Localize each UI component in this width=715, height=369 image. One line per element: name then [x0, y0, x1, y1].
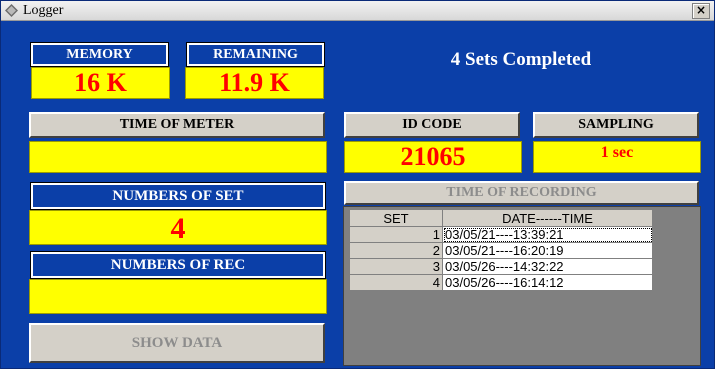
set-number-cell: 4 — [349, 274, 443, 291]
table-row[interactable]: 2 03/05/21----16:20:19 — [349, 242, 653, 259]
datetime-column-header[interactable]: DATE------TIME — [442, 209, 653, 227]
recording-table: SET DATE------TIME 1 03/05/21----13:39:2… — [349, 209, 653, 291]
table-row[interactable]: 1 03/05/21----13:39:21 — [349, 226, 653, 243]
window-title: Logger — [23, 3, 64, 18]
remaining-value: 11.9 K — [185, 67, 324, 99]
completion-status: 4 Sets Completed — [450, 49, 592, 70]
set-number-cell: 3 — [349, 258, 443, 275]
id-code-value: 21065 — [344, 141, 522, 173]
memory-label: MEMORY — [30, 42, 169, 67]
numbers-of-rec-value — [29, 279, 327, 314]
title-bar[interactable]: Logger × — [1, 1, 714, 21]
remaining-label: REMAINING — [186, 42, 325, 67]
set-number-cell: 2 — [349, 242, 443, 259]
show-data-button[interactable]: SHOW DATA — [29, 323, 325, 363]
table-row[interactable]: 4 03/05/26----16:14:12 — [349, 274, 653, 291]
recording-table-panel[interactable]: SET DATE------TIME 1 03/05/21----13:39:2… — [343, 206, 701, 366]
time-of-meter-button[interactable]: TIME OF METER — [29, 112, 325, 138]
set-number-cell: 1 — [349, 226, 443, 243]
table-row[interactable]: 3 03/05/26----14:32:22 — [349, 258, 653, 275]
logger-app-icon — [5, 4, 18, 17]
datetime-cell[interactable]: 03/05/26----14:32:22 — [442, 258, 653, 275]
datetime-cell[interactable]: 03/05/21----16:20:19 — [442, 242, 653, 259]
id-code-button[interactable]: ID CODE — [344, 112, 520, 138]
datetime-cell[interactable]: 03/05/26----16:14:12 — [442, 274, 653, 291]
time-of-recording-button[interactable]: TIME OF RECORDING — [344, 181, 699, 205]
set-column-header[interactable]: SET — [349, 209, 443, 227]
numbers-of-rec-label: NUMBERS OF REC — [30, 251, 326, 279]
datetime-cell[interactable]: 03/05/21----13:39:21 — [442, 226, 653, 243]
numbers-of-set-value: 4 — [29, 210, 327, 245]
sampling-button[interactable]: SAMPLING — [533, 112, 699, 138]
logger-window: Logger × MEMORY 16 K REMAINING 11.9 K 4 … — [0, 0, 715, 369]
numbers-of-set-label: NUMBERS OF SET — [30, 182, 326, 210]
memory-value: 16 K — [31, 67, 170, 99]
close-button[interactable]: × — [692, 3, 710, 19]
sampling-value: 1 sec — [533, 141, 701, 173]
time-of-meter-value — [29, 141, 327, 173]
